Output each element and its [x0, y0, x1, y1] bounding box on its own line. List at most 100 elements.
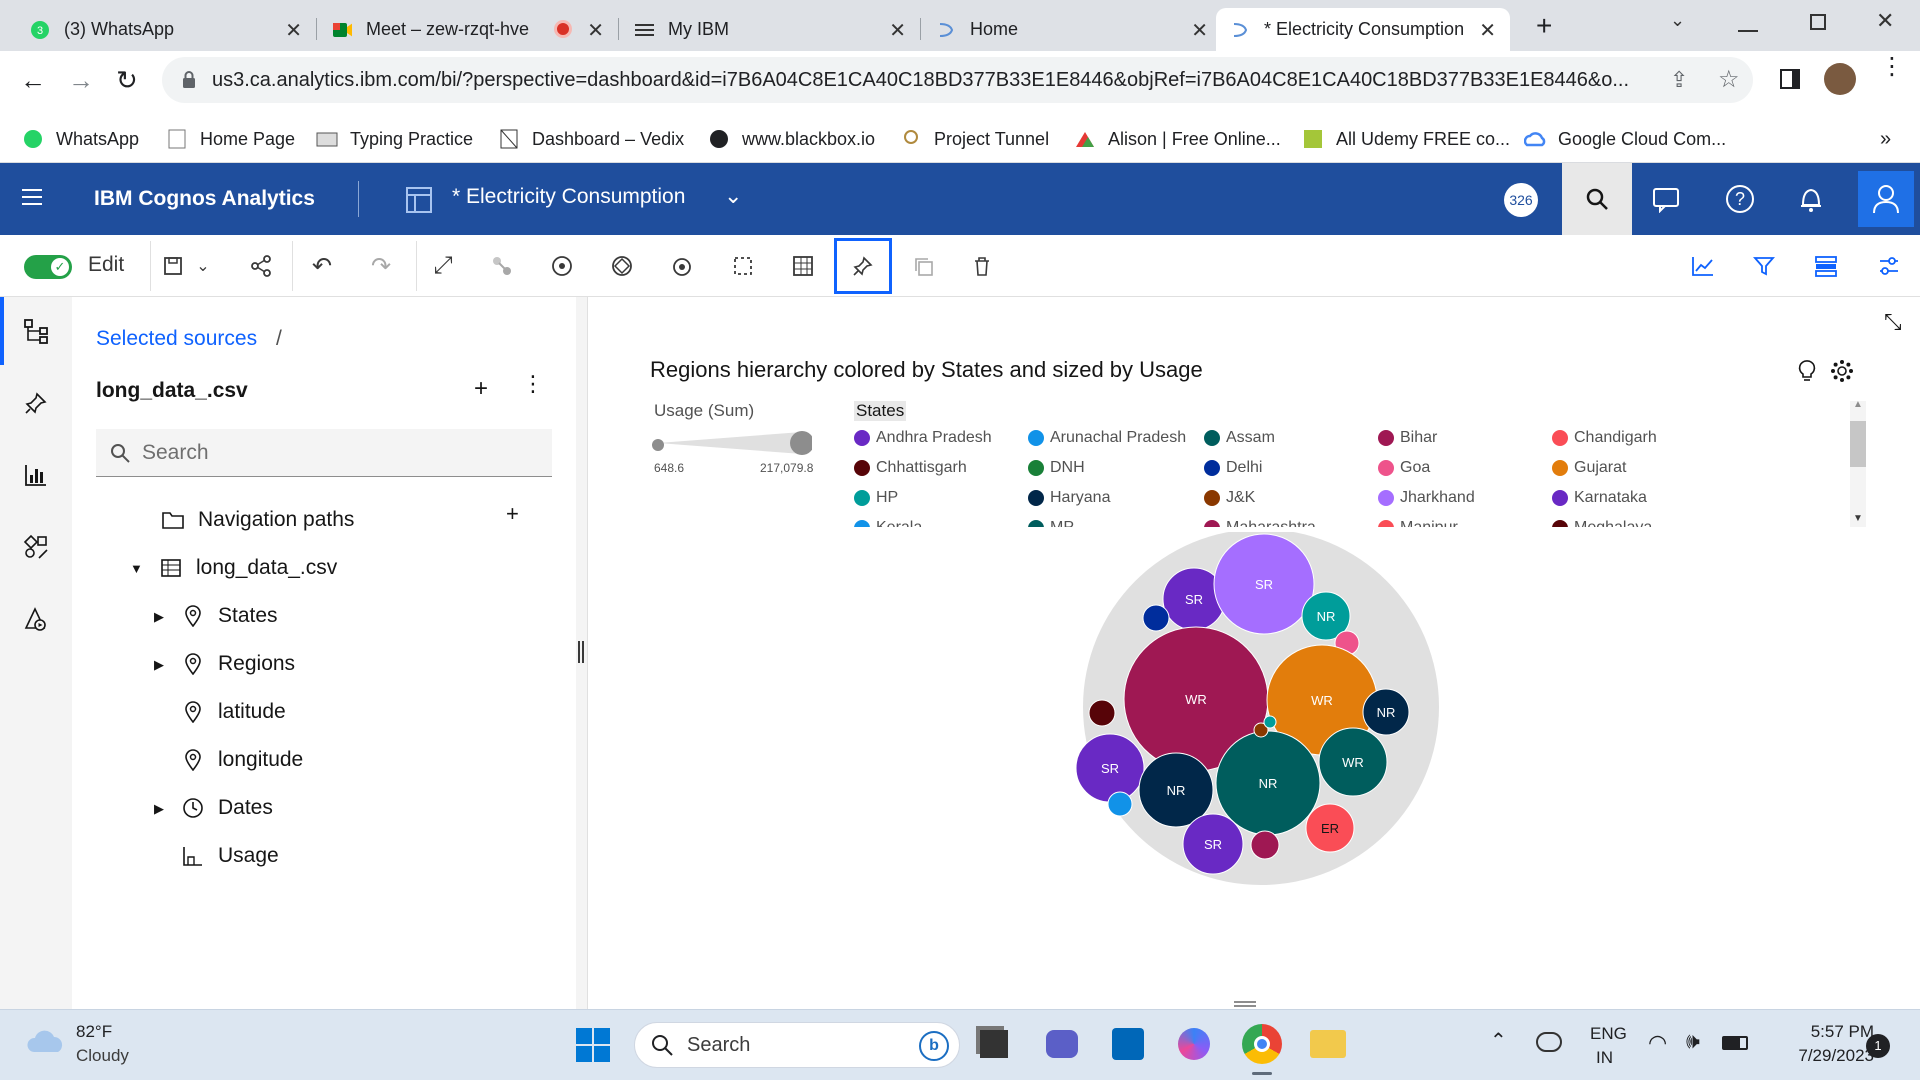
pin-icon[interactable] [14, 381, 58, 425]
reload-icon[interactable]: ↻ [116, 65, 138, 96]
clock-date[interactable]: 7/29/2023 [1772, 1046, 1874, 1066]
legend-item[interactable]: Goa [1378, 457, 1430, 479]
teams-icon[interactable] [1046, 1030, 1078, 1058]
language-secondary[interactable]: IN [1596, 1048, 1613, 1068]
legend-item[interactable]: Haryana [1028, 487, 1110, 509]
legend-item[interactable]: Chandigarh [1552, 427, 1657, 449]
back-icon[interactable]: ← [20, 65, 46, 96]
weather-temp[interactable]: 82°F [76, 1022, 112, 1042]
store-icon[interactable] [1112, 1028, 1144, 1060]
add-navigation-path-button[interactable]: + [506, 501, 519, 527]
task-view-icon[interactable] [980, 1030, 1008, 1058]
insights-chart-icon[interactable] [1680, 243, 1726, 289]
tab-meet[interactable]: Meet – zew-rzqt-hve ✕ [318, 8, 618, 51]
share-icon[interactable] [238, 243, 284, 289]
data-tray-icon[interactable] [1803, 243, 1849, 289]
caret-down-icon[interactable]: ▼ [130, 561, 143, 576]
collapse-icon[interactable]: ⤡ [1884, 309, 1902, 335]
bookmark-whatsapp[interactable]: WhatsApp [22, 125, 139, 153]
close-icon[interactable]: ✕ [1479, 18, 1496, 43]
battery-icon[interactable] [1722, 1036, 1748, 1050]
scroll-down-icon[interactable]: ▼ [1853, 513, 1863, 524]
tab-whatsapp[interactable]: 3 (3) WhatsApp ✕ [16, 8, 316, 51]
scroll-up-icon[interactable]: ▲ [1853, 399, 1863, 410]
caret-right-icon[interactable]: ▶ [154, 801, 164, 817]
legend-scrollbar[interactable]: ▲ ▼ [1850, 399, 1866, 527]
minimize-icon[interactable] [1738, 8, 1758, 32]
close-icon[interactable]: ✕ [285, 18, 302, 43]
dashboard-title[interactable]: * Electricity Consumption [452, 185, 685, 209]
legend-item[interactable]: J&K [1204, 487, 1255, 509]
tree-field-longitude[interactable]: longitude [180, 745, 303, 775]
media-icon[interactable] [14, 597, 58, 641]
copilot-icon[interactable] [1178, 1028, 1210, 1060]
share-icon[interactable]: ⇪ [1670, 67, 1688, 93]
select-area-icon[interactable] [720, 243, 766, 289]
filter-icon[interactable] [1741, 243, 1787, 289]
url-bar[interactable]: us3.ca.analytics.ibm.com/bi/?perspective… [162, 57, 1753, 103]
legend-item[interactable]: Meghalaya [1552, 517, 1652, 527]
user-avatar[interactable] [1858, 171, 1914, 227]
state-bubble[interactable] [1250, 830, 1280, 860]
pin-button[interactable] [834, 238, 892, 294]
bookmark-udemy[interactable]: All Udemy FREE co... [1302, 125, 1510, 153]
profile-avatar[interactable] [1824, 63, 1856, 95]
caret-right-icon[interactable]: ▶ [154, 609, 164, 625]
add-source-button[interactable]: + [474, 375, 488, 403]
windows-start-icon[interactable] [576, 1028, 610, 1067]
tree-field-usage[interactable]: Usage [180, 841, 279, 871]
resize-handle[interactable] [1234, 1001, 1256, 1007]
bookmark-google-cloud[interactable]: Google Cloud Com... [1524, 125, 1726, 153]
properties-icon[interactable] [1866, 243, 1912, 289]
close-icon[interactable]: ✕ [889, 18, 906, 43]
browser-menu-icon[interactable]: ⋮ [1880, 55, 1904, 79]
state-bubble[interactable] [1088, 699, 1116, 727]
expand-icon[interactable]: ⤢ [420, 243, 466, 289]
bookmark-blackbox[interactable]: www.blackbox.io [708, 125, 875, 153]
bookmark-home-page[interactable]: Home Page [166, 125, 295, 153]
bing-icon[interactable]: b [919, 1031, 949, 1061]
legend-item[interactable]: HP [854, 487, 898, 509]
search-button[interactable] [1562, 163, 1632, 235]
bubble-chart[interactable]: SR SR NR WR WR NR SR NR NR WR ER SR [1068, 532, 1478, 892]
file-explorer-icon[interactable] [1310, 1030, 1346, 1058]
clock-time[interactable]: 5:57 PM [1790, 1022, 1874, 1042]
data-sources-icon[interactable] [14, 309, 58, 353]
new-tab-button[interactable]: + [1536, 10, 1552, 42]
chat-icon[interactable] [1652, 187, 1680, 218]
redo-icon[interactable]: ↷ [358, 243, 404, 289]
tree-field-latitude[interactable]: latitude [180, 697, 286, 727]
tab-electricity-consumption[interactable]: * Electricity Consumption ✕ [1216, 8, 1510, 51]
state-bubble[interactable] [1107, 791, 1133, 817]
undo-icon[interactable]: ↶ [299, 243, 345, 289]
bookmarks-more-icon[interactable]: » [1880, 125, 1891, 153]
hamburger-menu-icon[interactable] [22, 189, 42, 205]
legend-item[interactable]: Kerala [854, 517, 922, 527]
bookmark-project-tunnel[interactable]: Project Tunnel [900, 125, 1049, 153]
state-bubble[interactable] [1263, 715, 1277, 729]
side-panel-icon[interactable] [1780, 69, 1800, 89]
table-icon[interactable] [780, 243, 826, 289]
bell-icon[interactable] [1798, 185, 1824, 218]
onedrive-icon[interactable] [1536, 1032, 1562, 1052]
chart-settings-icon[interactable] [1830, 359, 1854, 388]
wifi-icon[interactable]: ◠ [1648, 1030, 1667, 1056]
window-close-icon[interactable]: ✕ [1876, 8, 1894, 34]
caret-right-icon[interactable]: ▶ [154, 657, 164, 673]
widgets-icon[interactable] [14, 525, 58, 569]
legend-item[interactable]: Assam [1204, 427, 1275, 449]
tree-field-dates[interactable]: Dates [180, 793, 273, 823]
delete-icon[interactable] [959, 243, 1005, 289]
close-icon[interactable]: ✕ [1191, 18, 1208, 43]
filter-palette-icon[interactable] [539, 243, 585, 289]
legend-item[interactable]: DNH [1028, 457, 1085, 479]
bookmark-alison[interactable]: Alison | Free Online... [1074, 125, 1281, 153]
tree-field-states[interactable]: States [180, 601, 278, 631]
bookmark-typing-practice[interactable]: Typing Practice [316, 125, 473, 153]
legend-item[interactable]: Chhattisgarh [854, 457, 967, 479]
legend-item[interactable]: Andhra Pradesh [854, 427, 992, 449]
legend-item[interactable]: Karnataka [1552, 487, 1647, 509]
bookmark-dashboard-vedix[interactable]: Dashboard – Vedix [498, 125, 684, 153]
animation-icon[interactable] [659, 243, 705, 289]
language-primary[interactable]: ENG [1590, 1024, 1627, 1044]
